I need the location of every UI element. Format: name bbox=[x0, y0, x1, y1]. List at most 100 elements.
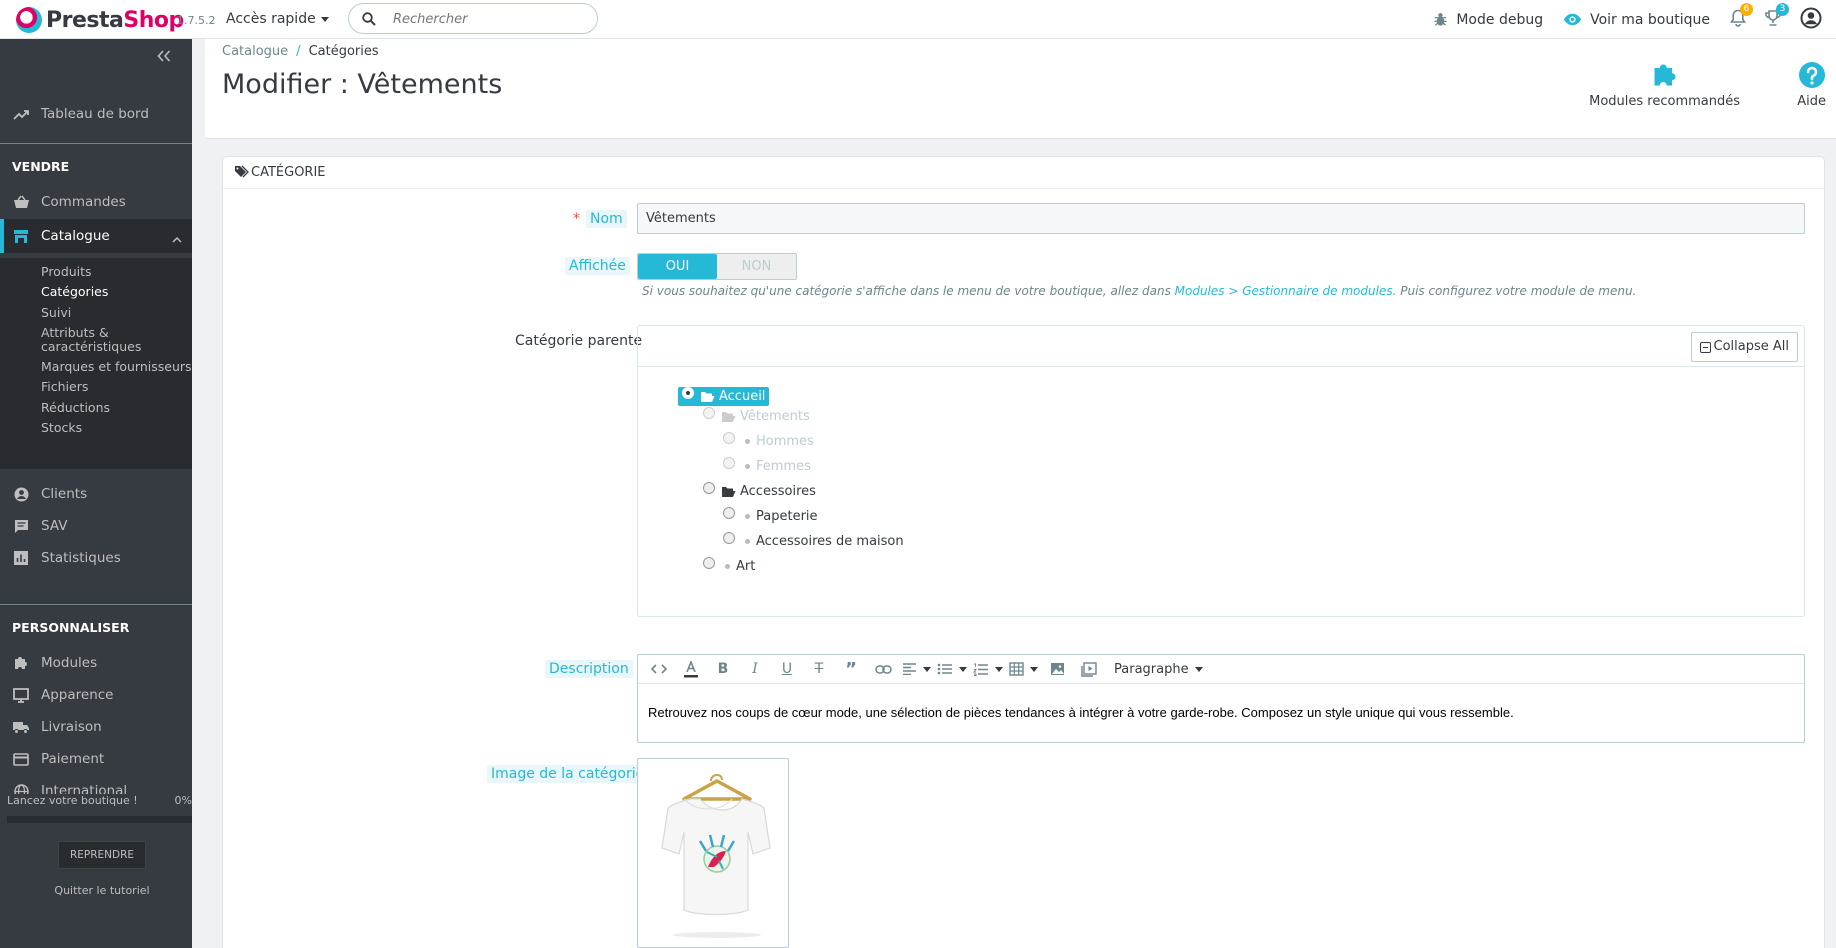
toggle-no[interactable]: NON bbox=[717, 254, 796, 279]
tree-node-art[interactable]: Art bbox=[703, 556, 756, 574]
name-label[interactable]: Nom bbox=[586, 210, 627, 228]
parent-category-label: Catégorie parente bbox=[515, 333, 643, 349]
align-dropdown[interactable] bbox=[902, 658, 931, 680]
subnav-categories[interactable]: Catégories bbox=[41, 285, 108, 299]
category-tree: Collapse All Accueil Vêtements Hommes Fe… bbox=[637, 325, 1805, 617]
radio-papeterie[interactable] bbox=[723, 506, 735, 519]
notifications-button[interactable]: 6 bbox=[1729, 2, 1753, 31]
link-button[interactable] bbox=[870, 658, 896, 680]
search-box[interactable] bbox=[348, 3, 598, 34]
eye-icon bbox=[1564, 13, 1582, 26]
trending-up-icon bbox=[12, 108, 30, 120]
numbered-list-dropdown[interactable] bbox=[973, 658, 1003, 680]
nav-appearance[interactable]: Apparence bbox=[0, 679, 192, 711]
caret-down-icon bbox=[320, 16, 329, 22]
description-content[interactable]: Retrouvez nos coups de cœur mode, une sé… bbox=[648, 705, 1514, 720]
subnav-discounts[interactable]: Réductions bbox=[41, 401, 110, 415]
displayed-label[interactable]: Affichée bbox=[565, 257, 630, 275]
subnav-products[interactable]: Produits bbox=[41, 265, 92, 279]
brand-shop: Shop bbox=[123, 7, 184, 33]
prestashop-logo-icon bbox=[16, 7, 42, 33]
nav-sav-label: SAV bbox=[41, 518, 68, 534]
nav-modules[interactable]: Modules bbox=[0, 647, 192, 679]
subnav-attributes[interactable]: Attributs & caractéristiques bbox=[41, 326, 181, 354]
bug-icon bbox=[1434, 13, 1447, 26]
subnav-monitoring[interactable]: Suivi bbox=[41, 306, 71, 320]
quit-tutorial-link[interactable]: Quitter le tutoriel bbox=[0, 884, 192, 897]
recommended-modules-label: Modules recommandés bbox=[1589, 94, 1740, 109]
prestashop-logo[interactable]: PrestaShop bbox=[16, 7, 184, 33]
strikethrough-icon: T bbox=[814, 661, 824, 677]
paragraph-format-dropdown[interactable]: Paragraphe bbox=[1114, 662, 1203, 677]
italic-button[interactable]: I bbox=[742, 658, 768, 680]
caret-down-icon bbox=[959, 666, 967, 672]
name-input[interactable] bbox=[637, 203, 1805, 234]
trophy-badge: 3 bbox=[1776, 2, 1789, 16]
tree-node-accessoires[interactable]: Accessoires bbox=[703, 481, 816, 499]
tree-node-femmes: Femmes bbox=[723, 456, 811, 474]
toggle-yes[interactable]: OUI bbox=[638, 254, 717, 279]
nav-dashboard[interactable]: Tableau de bord bbox=[0, 98, 192, 130]
nav-shipping[interactable]: Livraison bbox=[0, 711, 192, 743]
account-circle-icon bbox=[12, 487, 30, 502]
subnav-brands[interactable]: Marques et fournisseurs bbox=[41, 360, 192, 374]
modules-manager-link[interactable]: Modules > Gestionnaire de modules. bbox=[1175, 284, 1397, 298]
recommended-modules-button[interactable]: Modules recommandés bbox=[1589, 61, 1740, 109]
view-shop-link[interactable]: Voir ma boutique bbox=[1563, 12, 1710, 28]
search-input[interactable] bbox=[393, 10, 583, 28]
source-code-button[interactable] bbox=[646, 658, 672, 680]
bullet-list-dropdown[interactable] bbox=[937, 658, 967, 680]
debug-mode-link[interactable]: Mode debug bbox=[1433, 12, 1543, 28]
quick-access-label: Accès rapide bbox=[226, 11, 316, 27]
tree-label-papeterie: Papeterie bbox=[756, 509, 818, 524]
displayed-toggle[interactable]: OUI NON bbox=[637, 253, 797, 280]
bold-button[interactable]: B bbox=[710, 658, 736, 680]
collapse-all-button[interactable]: Collapse All bbox=[1690, 332, 1798, 362]
caret-down-icon bbox=[1194, 666, 1203, 672]
nav-orders[interactable]: Commandes bbox=[0, 186, 192, 218]
category-image-label[interactable]: Image de la catégorie bbox=[487, 765, 649, 783]
underline-button[interactable]: U bbox=[774, 658, 800, 680]
onboarding-widget: Lancez votre boutique ! 0% REPRENDRE Qui… bbox=[0, 794, 192, 948]
tree-node-accueil[interactable]: Accueil bbox=[678, 386, 770, 406]
search-icon bbox=[362, 12, 376, 30]
breadcrumb-categories[interactable]: Catégories bbox=[309, 44, 379, 59]
account-button[interactable] bbox=[1800, 7, 1822, 33]
strikethrough-button[interactable]: T bbox=[806, 658, 832, 680]
tree-label-femmes: Femmes bbox=[756, 459, 811, 474]
help-button[interactable]: Aide bbox=[1797, 61, 1826, 109]
nav-customers[interactable]: Clients bbox=[0, 478, 192, 510]
tree-node-accessoires-maison[interactable]: Accessoires de maison bbox=[723, 531, 904, 549]
nav-payment[interactable]: Paiement bbox=[0, 743, 192, 775]
section-customize-title: PERSONNALISER bbox=[12, 620, 130, 635]
resume-button[interactable]: REPRENDRE bbox=[58, 841, 146, 869]
trophy-button[interactable]: 3 bbox=[1764, 2, 1789, 31]
breadcrumb-catalog[interactable]: Catalogue bbox=[222, 44, 288, 59]
radio-accessoires[interactable] bbox=[703, 481, 715, 494]
debug-mode-label: Mode debug bbox=[1456, 11, 1544, 28]
category-image-thumbnail[interactable] bbox=[637, 758, 789, 948]
bar-chart-icon bbox=[12, 551, 30, 565]
subnav-stocks[interactable]: Stocks bbox=[41, 421, 82, 435]
quick-access-dropdown[interactable]: Accès rapide bbox=[226, 11, 329, 27]
nav-sav[interactable]: SAV bbox=[0, 510, 192, 542]
collapse-sidebar-button[interactable] bbox=[157, 50, 171, 66]
nav-catalog[interactable]: Catalogue bbox=[0, 219, 192, 253]
tree-node-hommes: Hommes bbox=[723, 431, 814, 449]
table-dropdown[interactable] bbox=[1009, 658, 1038, 680]
insert-media-button[interactable] bbox=[1076, 658, 1102, 680]
tree-label-art: Art bbox=[736, 559, 756, 574]
radio-art[interactable] bbox=[703, 556, 715, 569]
description-label[interactable]: Description bbox=[545, 660, 633, 678]
blockquote-button[interactable]: ” bbox=[838, 658, 864, 680]
subnav-files[interactable]: Fichiers bbox=[41, 380, 88, 394]
radio-accueil[interactable] bbox=[682, 386, 694, 399]
radio-accessoires-maison[interactable] bbox=[723, 531, 735, 544]
tree-label-vetements: Vêtements bbox=[740, 409, 810, 424]
nav-appearance-label: Apparence bbox=[41, 687, 114, 703]
nav-shipping-label: Livraison bbox=[41, 719, 102, 735]
nav-stats[interactable]: Statistiques bbox=[0, 542, 192, 574]
tree-node-papeterie[interactable]: Papeterie bbox=[723, 506, 818, 524]
insert-image-button[interactable] bbox=[1044, 658, 1070, 680]
text-color-button[interactable] bbox=[678, 658, 704, 680]
